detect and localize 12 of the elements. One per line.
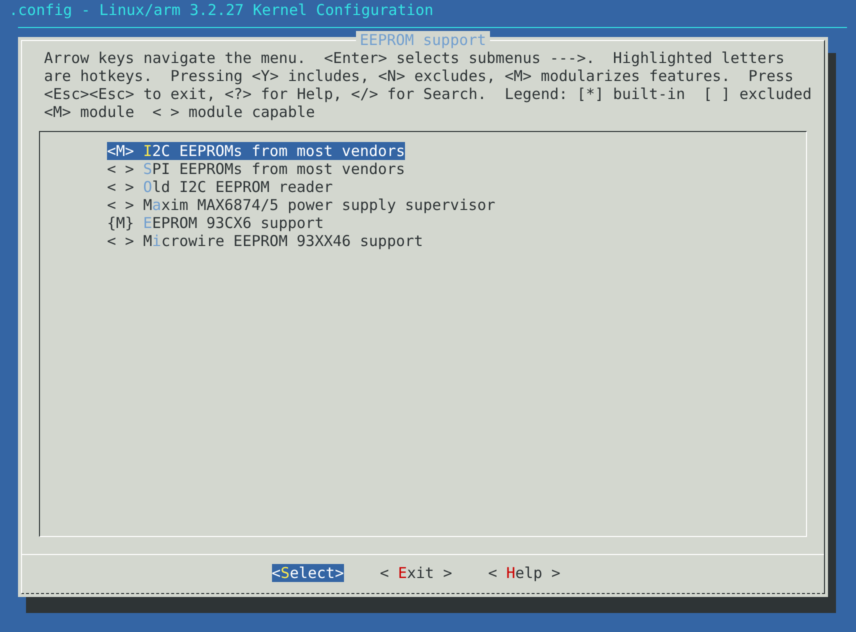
dialog-title: EEPROM support <box>356 31 490 49</box>
menu-item[interactable]: < > Old I2C EEPROM reader <box>107 178 333 196</box>
menu-item[interactable]: < > Maxim MAX6874/5 power supply supervisor <box>107 196 496 214</box>
window-title: .config - Linux/arm 3.2.27 Kernel Configuration <box>8 0 434 19</box>
menu-item[interactable]: {M} EEPROM 93CX6 support <box>107 214 324 232</box>
menu-item[interactable]: <M> I2C EEPROMs from most vendors <box>107 142 406 160</box>
menu-item[interactable]: < > Microwire EEPROM 93XX46 support <box>107 232 424 250</box>
menu-item[interactable]: < > SPI EEPROMs from most vendors <box>107 160 406 178</box>
help-text: Arrow keys navigate the menu. <Enter> selects submenus --->. Highlighted letters are hotkeys. Pressing <Y> includes, <N> excludes, <M> modularizes features. Press <Esc><Esc> to exit, <?> for Help, </> for Search. Legend: [*] built-in [ ] excluded <M> module < > module capable <box>44 49 813 121</box>
dialog-button[interactable]: <Select> <box>272 564 344 582</box>
dialog-button[interactable]: < Exit > <box>380 564 452 582</box>
dialog-button[interactable]: < Help > <box>488 564 560 582</box>
